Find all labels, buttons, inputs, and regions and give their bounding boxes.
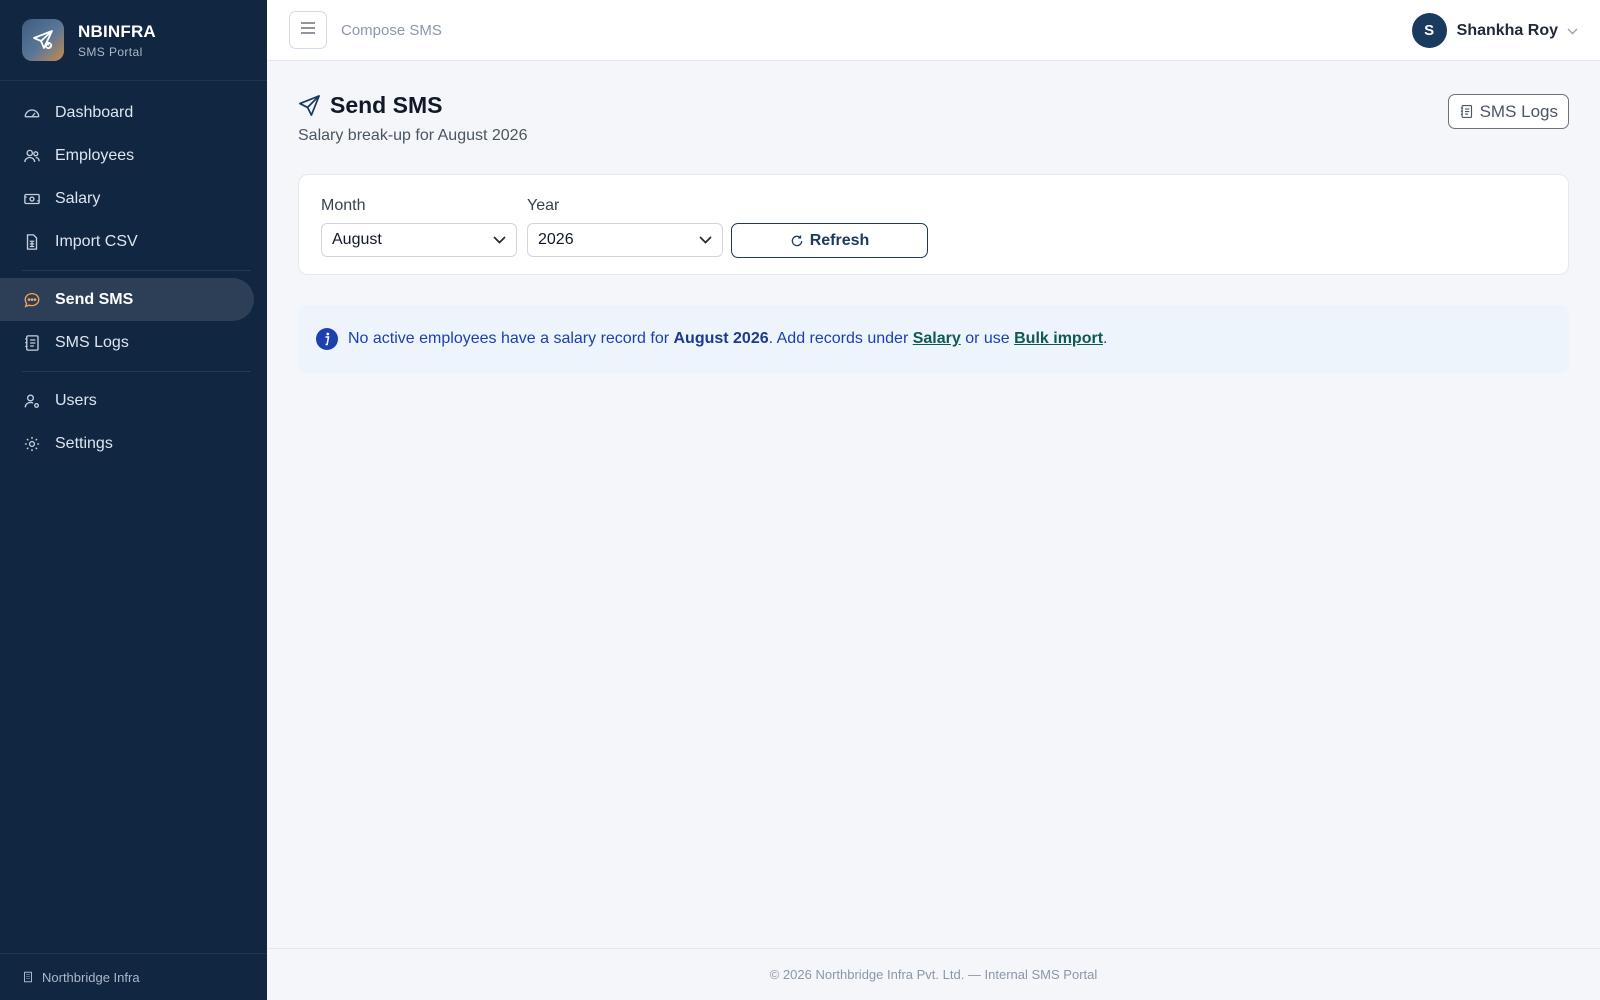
salary-link[interactable]: Salary (913, 330, 961, 347)
year-field: Year 2026 (527, 197, 723, 257)
chevron-down-icon (699, 231, 712, 249)
year-select[interactable]: 2026 (527, 223, 723, 257)
sidebar-item-label: Send SMS (55, 290, 134, 308)
sidebar-item-import-csv[interactable]: Import CSV (0, 220, 267, 263)
refresh-button[interactable]: Refresh (731, 223, 928, 258)
sidebar-footer: Northbridge Infra (0, 953, 267, 1000)
sidebar-item-settings[interactable]: Settings (0, 422, 267, 465)
month-select[interactable]: August (321, 223, 517, 257)
file-spreadsheet-icon (22, 232, 42, 252)
refresh-icon (790, 234, 804, 248)
alert-text: or use (960, 330, 1015, 347)
sidebar-item-send-sms[interactable]: Send SMS (0, 278, 254, 321)
person-gear-icon (22, 391, 42, 411)
hamburger-icon (300, 21, 316, 40)
sidebar-item-salary[interactable]: Salary (0, 177, 267, 220)
page-title: Send SMS (330, 92, 443, 118)
filter-card: Month August Year 2026 Refresh (298, 174, 1569, 275)
sidebar-item-sms-logs[interactable]: SMS Logs (0, 321, 267, 364)
year-label: Year (527, 197, 560, 214)
refresh-label: Refresh (809, 231, 870, 249)
alert-period: August 2026 (673, 330, 769, 347)
info-icon (316, 328, 338, 350)
month-value: August (332, 231, 382, 248)
avatar: S (1411, 13, 1447, 48)
sidebar-item-label: Settings (55, 434, 113, 452)
month-field: Month August (321, 197, 517, 257)
sidebar-footer-text: Northbridge Infra (42, 969, 140, 985)
sms-logs-button[interactable]: SMS Logs (1447, 94, 1569, 129)
sidebar-item-label: Salary (55, 189, 101, 207)
alert-text: . Add records under (768, 330, 913, 347)
journal-icon (1459, 104, 1474, 119)
user-menu[interactable]: S Shankha Roy (1411, 13, 1578, 48)
sidebar-item-dashboard[interactable]: Dashboard (0, 91, 267, 134)
chat-dots-icon (22, 290, 42, 310)
page-header: Send SMS Salary break-up for August 2026 (298, 92, 527, 145)
sidebar-item-label: Employees (55, 146, 135, 164)
send-icon (298, 94, 321, 117)
breadcrumb: Compose SMS (341, 21, 442, 39)
sidebar-nav: Dashboard Employees Salary Import CSV Se… (0, 81, 267, 465)
sidebar-item-users[interactable]: Users (0, 379, 267, 422)
sidebar-item-label: Users (55, 391, 97, 409)
brand[interactable]: NBINFRA SMS Portal (0, 0, 267, 81)
bulk-import-link[interactable]: Bulk import (1014, 330, 1103, 347)
brand-subtitle: SMS Portal (78, 44, 143, 59)
sidebar-item-employees[interactable]: Employees (0, 134, 267, 177)
main-content: Send SMS Salary break-up for August 2026… (267, 61, 1600, 948)
page-footer: © 2026 Northbridge Infra Pvt. Ltd. — Int… (267, 948, 1600, 1000)
sidebar-item-label: Dashboard (55, 103, 134, 121)
brand-name: NBINFRA (78, 21, 156, 41)
sidebar-item-label: SMS Logs (55, 333, 129, 351)
users-icon (22, 146, 42, 166)
gear-icon (22, 434, 42, 454)
page-subtitle: Salary break-up for August 2026 (298, 127, 528, 144)
sidebar: NBINFRA SMS Portal Dashboard Employees S… (0, 0, 267, 1000)
chevron-down-icon (493, 231, 506, 249)
paper-plane-check-icon (22, 19, 64, 61)
chevron-down-icon (1567, 22, 1578, 40)
alert-text: . (1103, 330, 1108, 347)
menu-toggle-button[interactable] (289, 11, 327, 49)
topbar: Compose SMS S Shankha Roy (267, 0, 1600, 61)
sidebar-item-label: Import CSV (55, 232, 138, 250)
cash-icon (22, 189, 42, 209)
sms-logs-label: SMS Logs (1479, 101, 1558, 121)
year-value: 2026 (538, 231, 574, 248)
journal-icon (22, 333, 42, 353)
nav-divider (22, 371, 251, 372)
user-name: Shankha Roy (1456, 21, 1558, 39)
nav-divider (22, 270, 251, 271)
alert-message: No active employees have a salary record… (348, 330, 1107, 348)
gauge-icon (22, 103, 42, 123)
info-alert: No active employees have a salary record… (298, 305, 1569, 373)
building-icon (22, 971, 34, 983)
alert-text: No active employees have a salary record… (348, 330, 674, 347)
month-label: Month (321, 197, 366, 214)
